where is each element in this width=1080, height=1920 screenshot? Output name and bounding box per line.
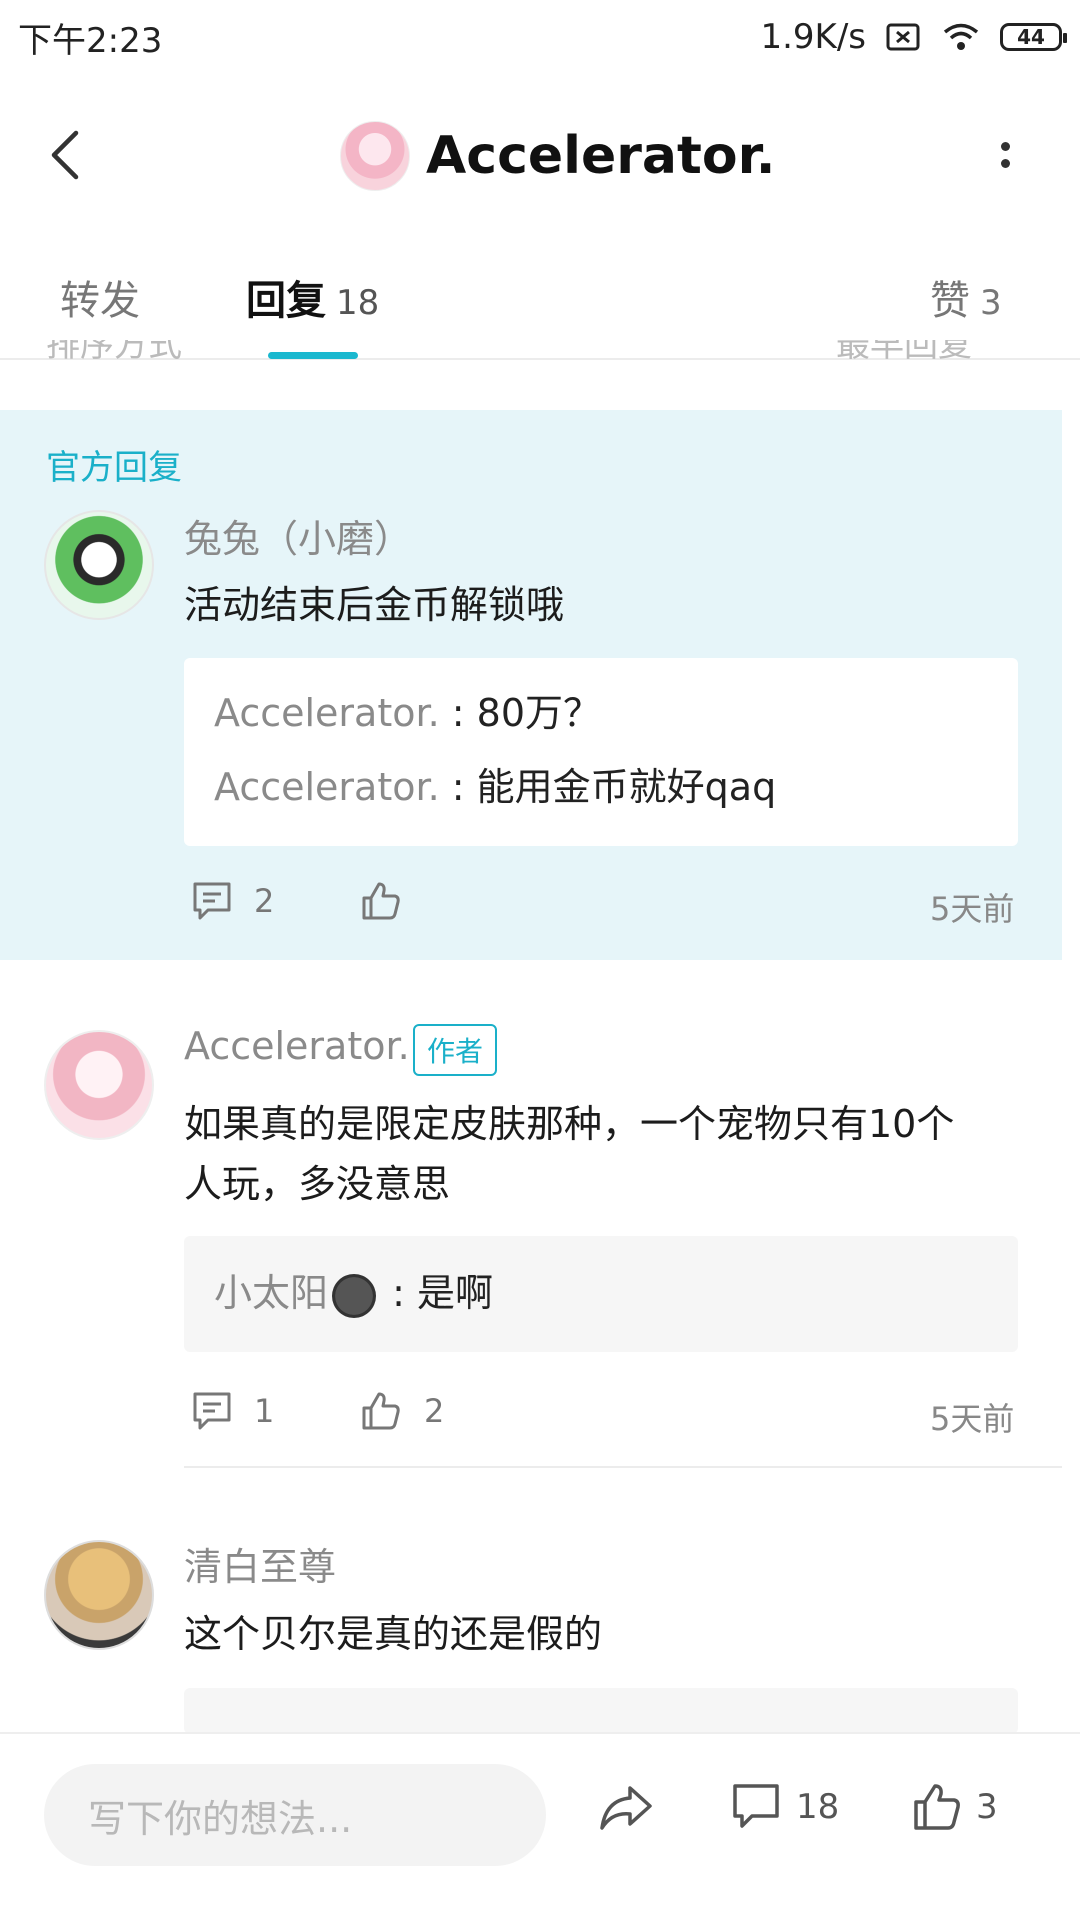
- tab-likes[interactable]: 赞 3: [930, 268, 1002, 326]
- official-reply-label: 官方回复: [46, 448, 182, 488]
- divider: [184, 1466, 1062, 1468]
- comment-icon: [733, 1784, 779, 1828]
- comment-content-line: 如果真的是限定皮肤那种，一个宠物只有10个: [184, 1102, 955, 1146]
- sort-option[interactable]: 最早回复: [836, 340, 972, 362]
- battery-icon: 44: [1000, 23, 1067, 51]
- back-icon: [51, 130, 79, 180]
- header-user[interactable]: Accelerator.: [340, 118, 776, 194]
- reply-line: Accelerator. : 80万？: [214, 676, 988, 750]
- reply-preview[interactable]: 小太阳 : 是啊: [184, 1236, 1018, 1352]
- status-right: 1.9K/s 44: [760, 17, 1067, 57]
- comment-content: 活动结束后金币解锁哦: [184, 583, 565, 627]
- reply-action[interactable]: 1: [190, 1390, 274, 1432]
- reply-separator: :: [439, 691, 477, 735]
- avatar[interactable]: [44, 510, 154, 620]
- comment-content: 这个贝尔是真的还是假的: [184, 1612, 603, 1656]
- tab-replies[interactable]: 回复 18: [246, 268, 379, 326]
- like-icon: [360, 880, 402, 922]
- comment-username[interactable]: 兔兔（小磨）: [184, 508, 412, 563]
- sort-label[interactable]: 排序方式: [46, 340, 182, 362]
- like-icon: [914, 1784, 960, 1830]
- tab-indicator: [268, 352, 358, 359]
- more-icon[interactable]: [990, 130, 1020, 180]
- comment-count: 18: [796, 1787, 840, 1827]
- comment-icon: [190, 1390, 234, 1432]
- comment-input[interactable]: 写下你的想法...: [44, 1764, 546, 1866]
- status-bar: 下午2:23 1.9K/s 44: [0, 0, 1080, 74]
- reply-action[interactable]: 2: [190, 880, 274, 922]
- reply-line: Accelerator. : 能用金币就好qaq: [214, 750, 988, 824]
- comment-username[interactable]: 清白至尊: [184, 1536, 336, 1591]
- page-title: Accelerator.: [426, 126, 776, 186]
- avatar[interactable]: [44, 1540, 154, 1650]
- share-button[interactable]: [598, 1782, 654, 1832]
- wifi-icon: [942, 22, 980, 52]
- reply-text: 80万？: [476, 691, 602, 735]
- like-action[interactable]: 2: [360, 1390, 444, 1432]
- comment-time: 5天前: [930, 1400, 1015, 1438]
- tab-count: 3: [980, 283, 1002, 323]
- status-time: 下午2:23: [18, 20, 163, 61]
- comment-username[interactable]: Accelerator.: [184, 1024, 410, 1068]
- comment-content-line: 人玩，多没意思: [184, 1162, 451, 1206]
- reply-line: 小太阳 : 是啊: [214, 1256, 988, 1330]
- author-badge: 作者: [413, 1024, 498, 1076]
- reply-count: 2: [254, 882, 275, 920]
- tab-repost[interactable]: 转发: [60, 268, 140, 326]
- reply-username[interactable]: Accelerator.: [214, 691, 440, 735]
- back-button[interactable]: [40, 125, 90, 185]
- network-speed: 1.9K/s: [760, 17, 866, 57]
- smile-emoji-icon: [332, 1273, 377, 1318]
- reply-count: 1: [254, 1392, 275, 1430]
- battery-level: 44: [1017, 25, 1045, 49]
- reply-preview[interactable]: [184, 1688, 1018, 1734]
- header: Accelerator.: [0, 90, 1080, 220]
- official-reply-card: 官方回复 兔兔（小磨） 活动结束后金币解锁哦 Accelerator. : 80…: [0, 410, 1062, 960]
- comment-icon: [190, 880, 234, 922]
- tab-label: 赞: [930, 278, 970, 324]
- like-action[interactable]: [360, 880, 402, 922]
- reply-username[interactable]: 小太阳: [214, 1271, 328, 1315]
- tab-count: 18: [336, 283, 380, 323]
- like-icon: [360, 1390, 402, 1432]
- reply-text: 是啊: [416, 1271, 493, 1315]
- reply-username[interactable]: Accelerator.: [214, 765, 440, 809]
- sim-off-icon: [886, 22, 922, 52]
- share-icon: [600, 1786, 652, 1830]
- avatar[interactable]: [340, 121, 410, 191]
- reply-text: 能用金币就好qaq: [476, 765, 777, 809]
- like-count: 3: [976, 1787, 998, 1827]
- comments-button[interactable]: 18: [730, 1782, 839, 1832]
- reply-separator: :: [439, 765, 477, 809]
- bottom-bar: 写下你的想法... 18 3: [0, 1732, 1080, 1920]
- like-button[interactable]: 3: [912, 1782, 998, 1832]
- tab-label: 转发: [60, 278, 140, 324]
- tab-label: 回复: [246, 278, 326, 324]
- avatar[interactable]: [44, 1030, 154, 1140]
- comment-time: 5天前: [930, 890, 1015, 928]
- like-count: 2: [424, 1392, 445, 1430]
- reply-preview[interactable]: Accelerator. : 80万？ Accelerator. : 能用金币就…: [184, 658, 1018, 846]
- reply-separator: :: [380, 1271, 417, 1315]
